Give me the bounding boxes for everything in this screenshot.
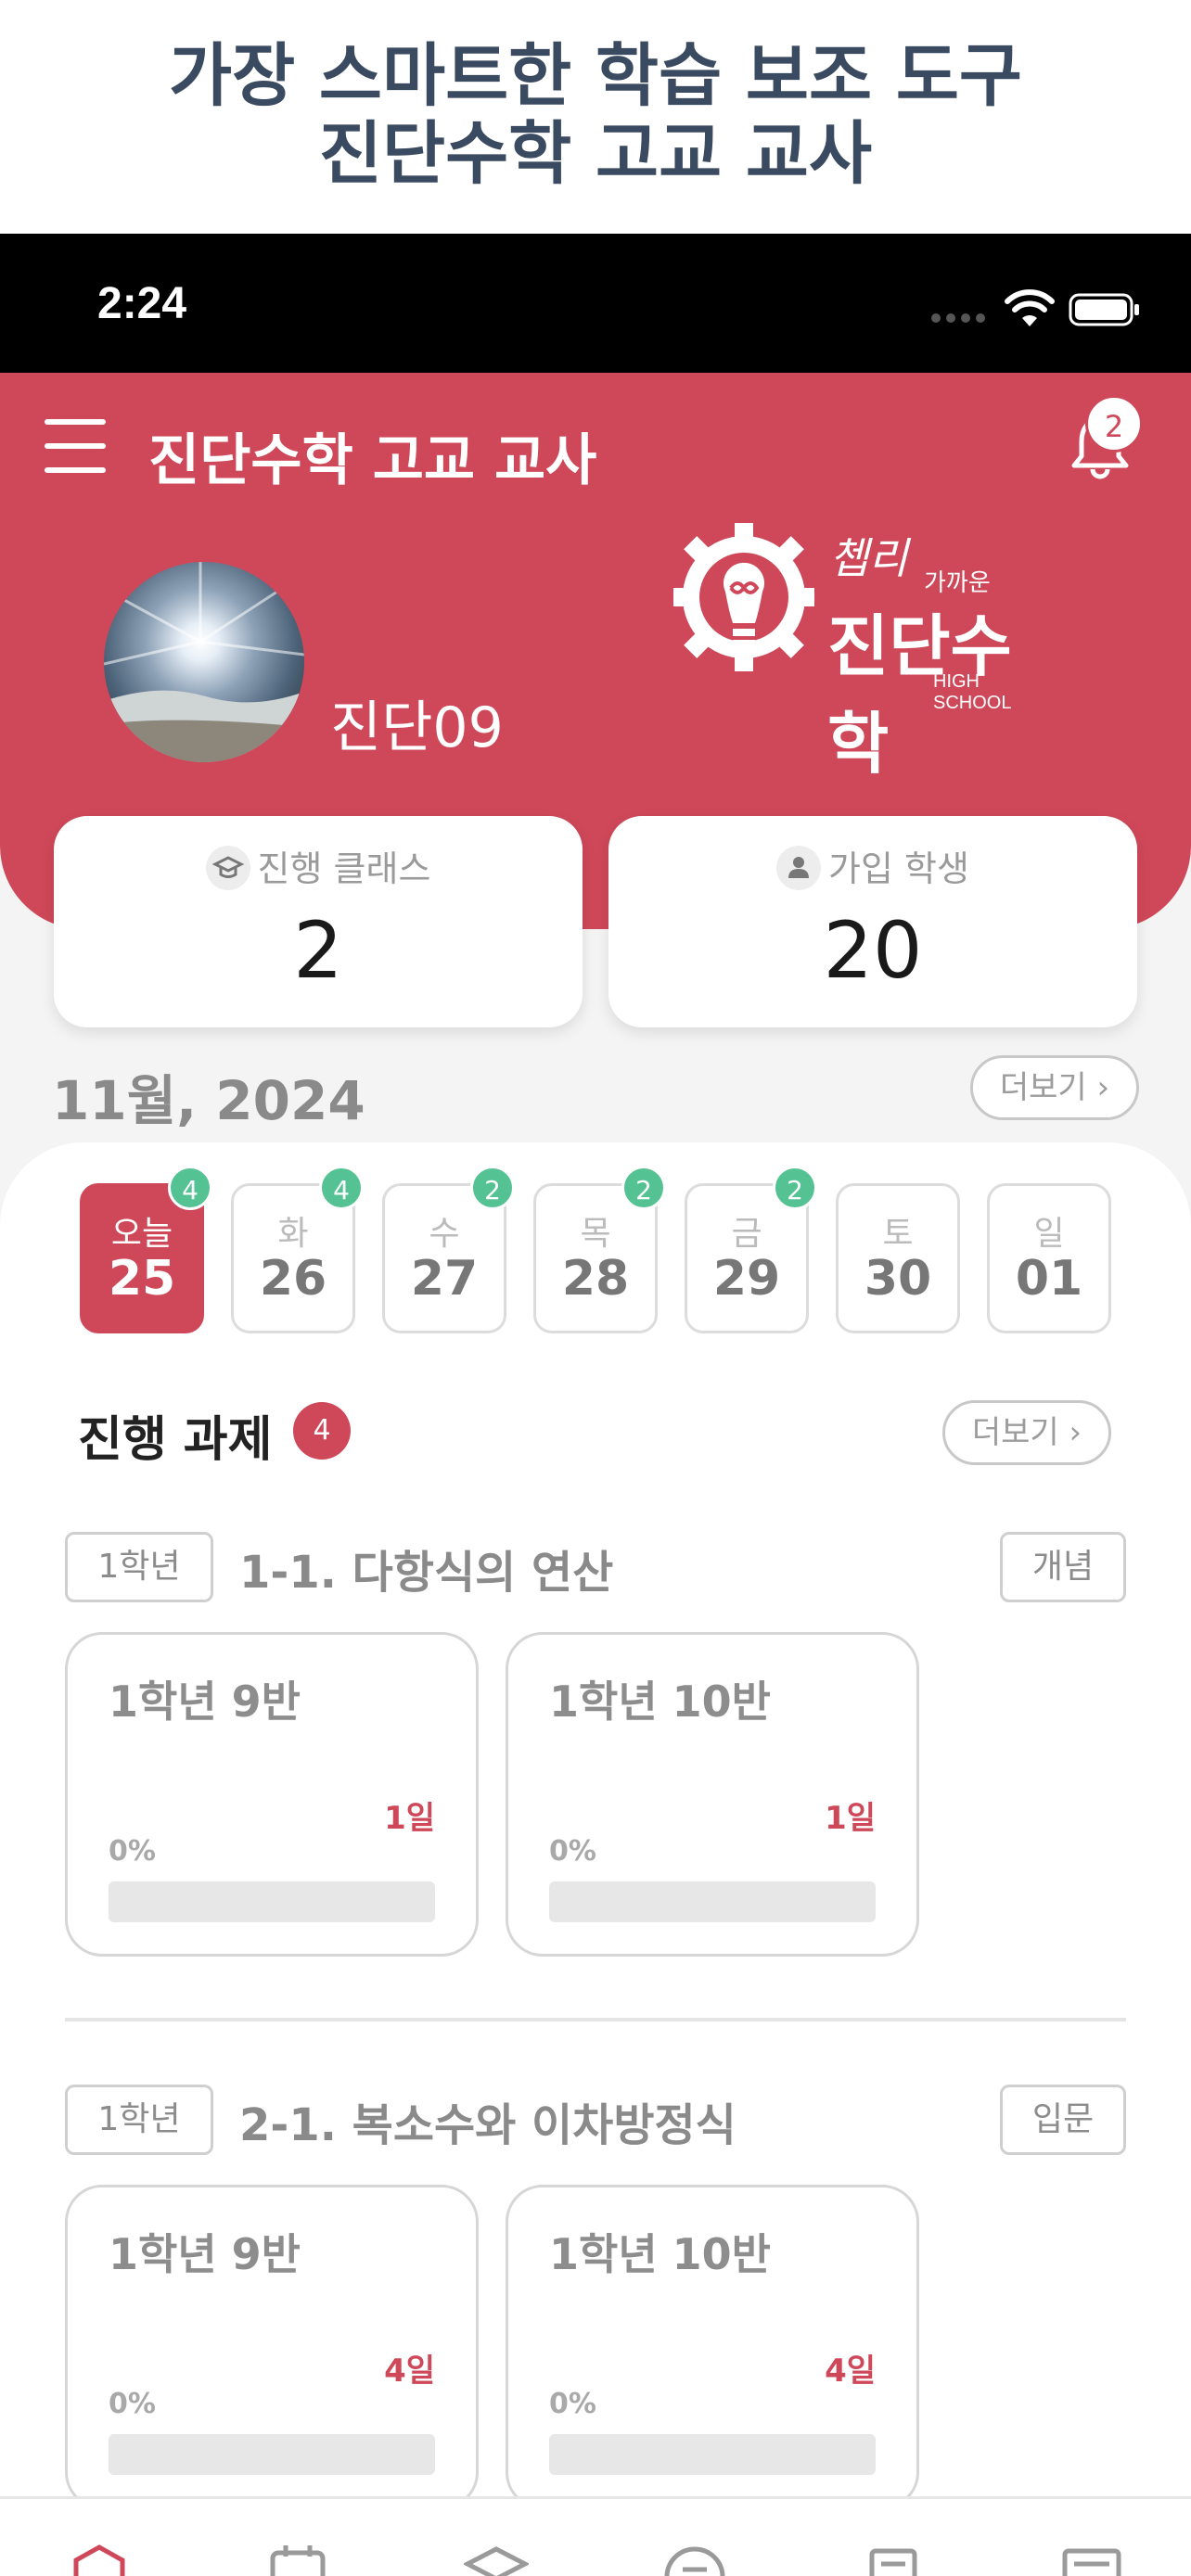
day-cell[interactable]: 토 30 [836,1183,960,1333]
chat-icon[interactable] [662,2544,727,2576]
day-cell[interactable]: 목 28 2 [533,1166,666,1333]
unit-title[interactable]: 1-1. 다항식의 연산 [239,1536,613,1600]
app-title: 진단수학 고교 교사 [148,428,597,493]
days-left: 1일 [384,1800,435,1837]
grade-tag: 1학년 [65,2085,213,2155]
day-badge: 4 [319,1166,364,1210]
logo-sub-text: HIGH SCHOOL [933,671,1012,713]
stat-value: 2 [293,905,343,996]
progress-bar [549,1881,876,1922]
menu-icon[interactable] [45,419,106,475]
stat-label: 진행 클래스 [257,848,431,889]
logo-script: 쳅리 [829,533,908,583]
progress-label: 0% [109,1835,156,1868]
progress-label: 0% [109,2388,156,2420]
stat-value: 20 [823,905,923,996]
day-cell[interactable]: 오늘 25 4 [80,1166,212,1333]
day-cell[interactable]: 금 29 2 [685,1166,817,1333]
chevron-right-icon: › [1069,1414,1082,1451]
assignments-count-badge: 4 [293,1402,351,1460]
class-progress-card[interactable]: 1학년 10반 1일 0% [506,1632,919,1957]
signal-icon [931,313,989,325]
progress-label: 0% [549,2388,596,2420]
day-badge: 2 [470,1166,515,1210]
status-time: 2:24 [97,279,187,328]
chevron-right-icon: › [1096,1069,1110,1106]
assignments-more-button[interactable]: 더보기 › [942,1400,1111,1465]
avatar-image [104,562,304,762]
progress-bar [549,2434,876,2475]
status-bar: 2:24 [0,234,1191,373]
brand-logo: 쳅리 가까운 진단수학 HIGH SCHOOL [673,523,1063,783]
stat-card-students[interactable]: 가입 학생 20 [608,816,1137,1027]
notification-badge: 2 [1085,395,1143,453]
class-progress-card[interactable]: 1학년 10반 4일 0% [506,2185,919,2509]
progress-bar [109,2434,435,2475]
home-icon[interactable] [67,2544,132,2576]
level-tag: 입문 [1000,2085,1126,2155]
day-badge: 2 [621,1166,666,1210]
days-left: 4일 [384,2353,435,2390]
progress-label: 0% [549,1835,596,1868]
calendar-icon[interactable] [265,2544,330,2576]
stat-card-classes[interactable]: 진행 클래스 2 [54,816,583,1027]
promo-line-1: 가장 스마트한 학습 보조 도구 [168,36,1022,116]
gear-bulb-logo-icon [673,523,814,671]
progress-bar [109,1881,435,1922]
tab-bar [0,2496,1191,2576]
divider [65,2018,1126,2021]
days-left: 1일 [825,1800,876,1837]
wifi-icon [1005,289,1055,326]
app-screen: 가장 스마트한 학습 보조 도구 진단수학 고교 교사 2:24 진단수학 고교… [0,0,1191,2576]
day-cell[interactable]: 화 26 4 [231,1166,364,1333]
class-progress-card[interactable]: 1학년 9반 1일 0% [65,1632,479,1957]
stat-label: 가입 학생 [828,848,969,889]
graduation-cap-icon [205,845,250,890]
user-name: 진단09 [330,695,504,760]
assignment-icon[interactable] [861,2544,926,2576]
day-cell[interactable]: 수 27 2 [382,1166,515,1333]
report-icon[interactable] [1059,2544,1124,2576]
level-tag: 개념 [1000,1532,1126,1602]
day-badge: 2 [773,1166,817,1210]
class-progress-card[interactable]: 1학년 9반 4일 0% [65,2185,479,2509]
avatar[interactable] [104,562,304,762]
person-icon [776,845,822,890]
battery-icon [1069,293,1139,326]
calendar-month: 11월, 2024 [52,1069,365,1132]
promo-banner: 가장 스마트한 학습 보조 도구 진단수학 고교 교사 [0,0,1191,234]
day-cell[interactable]: 일 01 [987,1183,1111,1333]
day-badge: 4 [168,1166,212,1210]
promo-line-2: 진단수학 고교 교사 [318,114,873,194]
unit-title[interactable]: 2-1. 복소수와 이차방정식 [239,2088,736,2153]
class-icon[interactable] [464,2544,529,2576]
days-left: 4일 [825,2353,876,2390]
assignments-title: 진행 과제 [78,1412,273,1468]
grade-tag: 1학년 [65,1532,213,1602]
calendar-more-button[interactable]: 더보기 › [970,1055,1139,1120]
